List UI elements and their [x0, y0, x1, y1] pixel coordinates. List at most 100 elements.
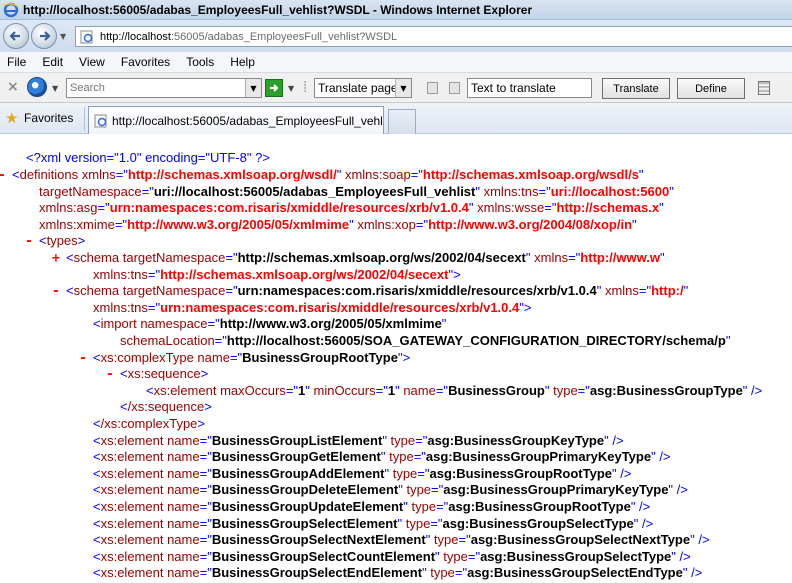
- address-path: :56005/adabas_EmployeesFull_vehlist?WSDL: [170, 30, 398, 43]
- xml-attribute: name="BusinessGroupDeleteElement": [163, 482, 403, 498]
- xml-line: schemaLocation="http://localhost:56005/S…: [106, 333, 730, 349]
- menu-view[interactable]: View: [79, 55, 105, 69]
- xml-attribute: xmlns:asg="urn:namespaces:com.risaris/xm…: [39, 200, 474, 216]
- tag-bracket: <: [93, 449, 101, 465]
- xml-line: </xs:complexType>: [79, 416, 205, 432]
- go-button[interactable]: [265, 79, 283, 97]
- document-icon[interactable]: [449, 82, 460, 94]
- xml-attribute: targetNamespace="http://schemas.xmlsoap.…: [119, 250, 531, 265]
- tag-close: />: [673, 482, 688, 498]
- favorites-divider: [84, 107, 85, 131]
- tag-bracket: <: [93, 532, 101, 548]
- close-toolbar-icon[interactable]: ×: [7, 79, 19, 95]
- menu-favorites[interactable]: Favorites: [121, 55, 170, 69]
- xml-attribute: xmlns:tns="uri://localhost:5600": [479, 183, 674, 199]
- xml-attribute: xmlns:xop="http://www.w3.org/2004/08/xop…: [353, 216, 637, 232]
- collapse-node-toggle[interactable]: -: [79, 351, 93, 367]
- tag-close: >: [204, 399, 212, 415]
- tag-bracket: <: [93, 499, 101, 514]
- go-dropdown-icon[interactable]: ▼: [288, 84, 294, 93]
- menu-help[interactable]: Help: [230, 55, 255, 69]
- provider-dropdown-icon[interactable]: ▼: [52, 84, 58, 93]
- tag-bracket: <: [66, 250, 74, 265]
- tag-bracket: <: [93, 316, 101, 332]
- favorites-button[interactable]: Favorites: [24, 111, 73, 125]
- forward-button[interactable]: [31, 23, 57, 49]
- xml-line[interactable]: + <schema targetNamespace="http://schemas…: [52, 250, 665, 267]
- internet-explorer-icon: [3, 2, 19, 17]
- xml-line[interactable]: - <xs:sequence>: [106, 366, 208, 383]
- browser-tab[interactable]: http://localhost:56005/adabas_EmployeesF…: [88, 106, 384, 134]
- xml-line: <xs:element name="BusinessGroupAddElemen…: [79, 466, 631, 482]
- swap-icon[interactable]: [427, 82, 438, 94]
- address-bar[interactable]: http://localhost:56005/adabas_EmployeesF…: [75, 26, 792, 47]
- xml-line[interactable]: - <schema targetNamespace="urn:namespaces…: [52, 283, 688, 300]
- tag-name: xs:element: [100, 465, 164, 481]
- favorites-star-icon[interactable]: ★: [5, 109, 18, 127]
- tag-close: >: [200, 366, 209, 382]
- page-ie-icon: [80, 30, 93, 43]
- xml-line: <xs:element name="BusinessGroupSelectEnd…: [79, 565, 702, 581]
- window-titlebar: http://localhost:56005/adabas_EmployeesF…: [0, 0, 792, 20]
- xml-declaration-text: <?xml version="1.0" encoding="UTF-8" ?>: [26, 150, 270, 165]
- separator-icon: ┊: [302, 82, 309, 93]
- translate-select-value: Translate page: [318, 81, 396, 95]
- search-provider-icon[interactable]: [27, 77, 47, 97]
- recent-pages-dropdown-icon[interactable]: ▼: [60, 32, 66, 41]
- translate-language-select[interactable]: Translate page ▼: [314, 78, 412, 98]
- favorites-bar: ★ Favorites http://localhost:56005/adaba…: [0, 103, 792, 134]
- menu-file[interactable]: File: [7, 55, 26, 69]
- xml-attribute: name="BusinessGroupListElement": [163, 432, 387, 448]
- tag-bracket: <: [93, 515, 101, 531]
- xml-attribute: type="asg:BusinessGroupSelectNextType": [430, 532, 695, 548]
- xml-attribute: xmlns:soap="http://schemas.xmlsoap.org/w…: [341, 167, 644, 182]
- xml-attribute: xmlns:xmime="http://www.w3.org/2005/05/x…: [39, 216, 354, 232]
- tab-page-icon: [94, 114, 107, 127]
- xml-attribute: type="asg:BusinessGroupRootType": [407, 499, 636, 514]
- xml-declaration: <?xml version="1.0" encoding="UTF-8" ?>: [26, 150, 270, 166]
- xml-attribute: name="BusinessGroupSelectElement": [163, 515, 403, 531]
- xml-attribute: targetNamespace="uri://localhost:56005/a…: [39, 183, 480, 199]
- tag-name: xs:element: [100, 548, 164, 564]
- menu-edit[interactable]: Edit: [42, 55, 63, 69]
- xml-line: xmlns:tns="urn:namespaces:com.risaris/xm…: [79, 300, 531, 316]
- tag-bracket: <: [93, 565, 101, 581]
- collapse-node-toggle[interactable]: -: [52, 284, 66, 300]
- xml-attribute: name="BusinessGroupSelectEndElement": [163, 565, 427, 581]
- xml-line: targetNamespace="uri://localhost:56005/a…: [25, 184, 674, 200]
- calculator-icon[interactable]: [758, 81, 770, 95]
- collapse-node-toggle[interactable]: -: [0, 168, 12, 184]
- define-button[interactable]: Define: [677, 78, 745, 99]
- expand-node-toggle[interactable]: +: [52, 251, 66, 267]
- xml-attribute: namespace="http://www.w3.org/2005/05/xml…: [136, 316, 447, 332]
- collapse-node-toggle[interactable]: -: [106, 367, 120, 383]
- search-input[interactable]: [67, 79, 243, 97]
- tag-close: />: [747, 382, 763, 398]
- search-dropdown-icon[interactable]: ▼: [245, 79, 261, 97]
- tag-name: /xs:complexType: [100, 416, 198, 431]
- tag-close: />: [638, 515, 654, 531]
- new-tab-button[interactable]: [388, 109, 416, 134]
- xml-line[interactable]: - <types>: [25, 233, 85, 250]
- xml-line: <xs:element maxOccurs="1" minOccurs="1" …: [132, 383, 762, 399]
- menu-tools[interactable]: Tools: [186, 55, 214, 69]
- tag-close: />: [616, 465, 632, 481]
- translate-select-arrow-icon[interactable]: ▼: [395, 79, 411, 97]
- xml-attribute: xmlns:tns="http://schemas.xmlsoap.org/ws…: [93, 266, 454, 282]
- xml-line[interactable]: - <xs:complexType name="BusinessGroupRoot…: [79, 350, 410, 367]
- tag-name: xs:element: [153, 382, 217, 398]
- tag-name: xs:element: [100, 515, 164, 531]
- back-button[interactable]: [3, 23, 29, 49]
- translate-button[interactable]: Translate: [602, 78, 670, 99]
- tag-close: />: [655, 449, 671, 465]
- window-title: http://localhost:56005/adabas_EmployeesF…: [23, 2, 533, 17]
- tag-close: >: [453, 266, 461, 282]
- xml-line[interactable]: -<definitions xmlns="http://schemas.xmls…: [0, 167, 644, 184]
- search-box[interactable]: ▼: [66, 78, 262, 98]
- xml-attribute: name="BusinessGroupUpdateElement": [163, 499, 408, 514]
- text-to-translate-field[interactable]: Text to translate: [467, 78, 592, 98]
- collapse-node-toggle[interactable]: -: [25, 234, 39, 250]
- forward-arrow-icon: [40, 31, 51, 41]
- tag-bracket: <: [93, 416, 101, 431]
- tag-bracket: <: [93, 548, 101, 564]
